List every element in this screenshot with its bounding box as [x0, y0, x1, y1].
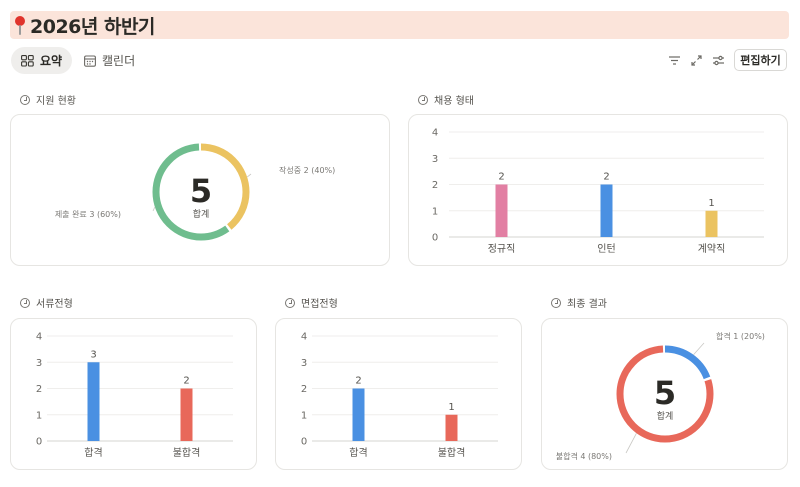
- section-interview-screening: 면접전형: [285, 295, 338, 310]
- grid-icon: [21, 54, 34, 67]
- x-tick-label: 인턴: [597, 243, 615, 255]
- bar: [87, 362, 100, 441]
- bar-value-label: 2: [603, 172, 609, 183]
- expand-icon[interactable]: [690, 54, 703, 67]
- tab-summary-label: 요약: [40, 54, 63, 68]
- card-employment-type[interactable]: 0 1 2 3 4 2 정규직 2 인턴 1 계약직: [408, 114, 788, 266]
- y-tick-label: 3: [301, 358, 307, 369]
- edit-button[interactable]: 편집하기: [734, 49, 787, 71]
- bar: [445, 414, 458, 441]
- y-tick-label: 4: [301, 332, 307, 343]
- y-tick-label: 1: [432, 206, 438, 217]
- y-tick-label: 2: [36, 384, 42, 395]
- total-value: 5: [190, 172, 212, 210]
- bar-value-label: 2: [355, 376, 361, 387]
- tab-calendar-label: 캘린더: [102, 54, 136, 68]
- pushpin-icon: [12, 14, 28, 36]
- x-tick-label: 정규직: [488, 243, 516, 255]
- leader-line: [246, 173, 252, 178]
- calendar-icon: [84, 54, 96, 67]
- page-title[interactable]: 2026년 하반기: [30, 12, 155, 39]
- tab-calendar[interactable]: 캘린더: [74, 47, 145, 74]
- x-tick-label: 합격: [349, 446, 367, 459]
- clock-icon: [20, 94, 30, 105]
- card-interview-screening[interactable]: 0 1 2 3 4 2 합격 1 불합격: [275, 318, 522, 470]
- section-document-screening: 서류전형: [20, 295, 73, 310]
- card-final-result[interactable]: 합격 1 (20%) 불합격 4 (80%) 5 합계: [541, 318, 788, 470]
- bar: [495, 184, 508, 237]
- y-tick-label: 2: [432, 180, 438, 191]
- donut-chart-application-status: 작성중 2 (40%) 제출 완료 3 (60%) 5합계: [55, 143, 335, 241]
- bar-value-label: 2: [183, 376, 189, 387]
- x-tick-label: 합격: [84, 446, 102, 459]
- y-tick-label: 3: [432, 154, 438, 165]
- section-final-result: 최종 결과: [551, 295, 607, 310]
- bar-value-label: 3: [90, 349, 96, 360]
- y-tick-label: 0: [432, 233, 438, 244]
- slice-label: 불합격 4 (80%): [556, 451, 612, 461]
- bar: [600, 184, 613, 237]
- tab-summary[interactable]: 요약: [11, 47, 73, 74]
- section-label-text: 지원 현황: [36, 96, 76, 107]
- section-label-text: 서류전형: [36, 299, 73, 310]
- section-application-status: 지원 현황: [20, 92, 76, 107]
- y-tick-label: 4: [432, 128, 438, 139]
- clock-icon: [551, 297, 561, 308]
- clock-icon: [285, 297, 295, 308]
- x-tick-label: 불합격: [438, 446, 466, 459]
- slice-label: 작성중 2 (40%): [279, 165, 335, 175]
- bar-chart-interview-screening: 0 1 2 3 4 2 합격 1 불합격: [301, 332, 498, 459]
- x-tick-label: 불합격: [173, 446, 201, 459]
- card-document-screening[interactable]: 0 1 2 3 4 3 합격 2 불합격: [10, 318, 257, 470]
- total-value: 5: [654, 374, 676, 412]
- bar: [352, 388, 365, 441]
- slice-label: 합격 1 (20%): [716, 331, 765, 341]
- section-employment-type: 채용 형태: [418, 92, 474, 107]
- donut-chart-final-result: 합격 1 (20%) 불합격 4 (80%) 5합계: [556, 331, 765, 461]
- x-tick-label: 계약직: [698, 243, 726, 255]
- bar: [705, 210, 718, 237]
- bar-value-label: 1: [708, 198, 714, 209]
- bar: [180, 388, 193, 441]
- page-title-bar: 2026년 하반기: [10, 11, 789, 39]
- slice-label: 제출 완료 3 (60%): [55, 209, 121, 219]
- section-label-text: 채용 형태: [434, 96, 474, 107]
- y-tick-label: 4: [36, 332, 42, 343]
- y-tick-label: 0: [36, 437, 42, 448]
- bar-chart-document-screening: 0 1 2 3 4 3 합격 2 불합격: [36, 332, 233, 459]
- card-application-status[interactable]: 작성중 2 (40%) 제출 완료 3 (60%) 5 합계: [10, 114, 390, 266]
- y-tick-label: 2: [301, 384, 307, 395]
- section-label-text: 최종 결과: [567, 299, 607, 310]
- settings-sliders-icon[interactable]: [712, 54, 725, 67]
- section-label-text: 면접전형: [301, 299, 338, 310]
- total-label: 합계: [657, 410, 674, 422]
- y-tick-label: 1: [36, 410, 42, 421]
- leader-line: [152, 206, 156, 212]
- y-tick-label: 1: [301, 410, 307, 421]
- leader-line: [693, 342, 705, 356]
- leader-line: [625, 433, 637, 454]
- clock-icon: [418, 94, 428, 105]
- bar-value-label: 1: [448, 402, 454, 413]
- bar-chart-employment-type: 0 1 2 3 4 2 정규직 2 인턴 1 계약직: [432, 128, 764, 255]
- clock-icon: [20, 297, 30, 308]
- y-tick-label: 3: [36, 358, 42, 369]
- filter-icon[interactable]: [668, 54, 681, 67]
- total-label: 합계: [193, 208, 210, 220]
- bar-value-label: 2: [498, 172, 504, 183]
- y-tick-label: 0: [301, 437, 307, 448]
